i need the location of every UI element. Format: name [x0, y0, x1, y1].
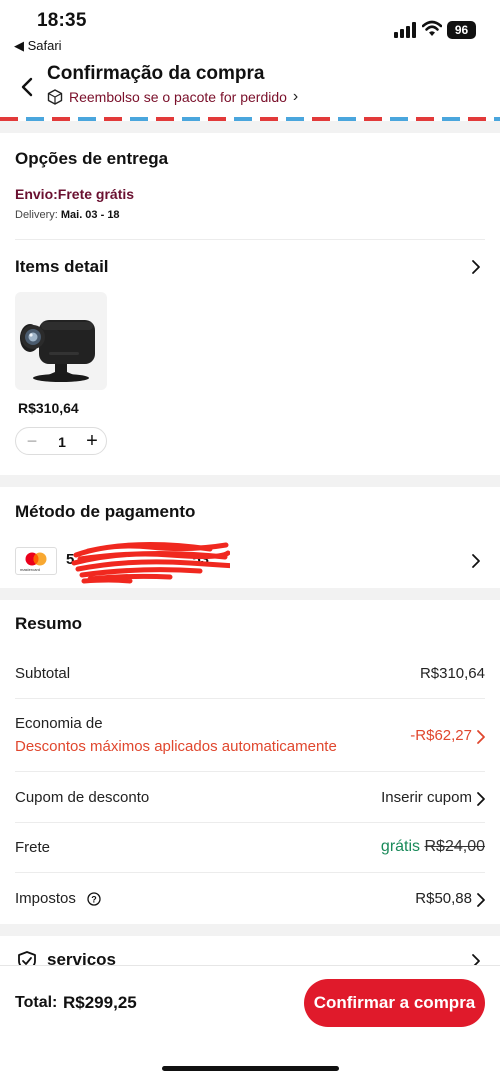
chevron-right-icon[interactable] [476, 892, 486, 908]
savings-value[interactable]: -R$62,27 [410, 727, 472, 744]
page-header: Confirmação da compra Reembolso se o pac… [0, 56, 500, 118]
status-bar: 18:35 ◀ Safari 96 [0, 0, 500, 56]
divider [15, 872, 485, 873]
refund-guarantee-text: Reembolso se o pacote for perdido [69, 89, 287, 105]
summary-title: Resumo [15, 614, 83, 633]
chevron-right-icon[interactable] [476, 791, 486, 807]
delivery-date: Mai. 03 - 18 [60, 209, 120, 221]
chevron-right-icon: › [292, 88, 299, 105]
delivery-label: Delivery: [15, 209, 58, 221]
section-divider [0, 475, 500, 487]
taxes-label: Impostos [15, 890, 76, 907]
battery-indicator: 96 [447, 21, 476, 39]
savings-description: Descontos máximos aplicados automaticame… [15, 738, 337, 755]
divider [15, 771, 485, 772]
quantity-stepper: − 1 + [15, 427, 107, 455]
savings-label: Economia de [15, 715, 103, 732]
mastercard-logo[interactable]: mastercard [15, 547, 57, 575]
divider [15, 822, 485, 823]
divider [15, 698, 485, 699]
decrease-quantity-button[interactable]: − [24, 432, 40, 450]
mastercard-wordmark: mastercard [20, 567, 41, 572]
delivery-options-title: Opções de entrega [15, 149, 169, 168]
shipping-method: Envio:Frete grátis [15, 186, 135, 202]
section-divider [0, 924, 500, 936]
items-detail-title[interactable]: Items detail [15, 257, 109, 277]
section-divider [0, 588, 500, 600]
shipping-free: grátis [380, 838, 421, 855]
svg-text:?: ? [91, 895, 97, 905]
confirm-purchase-button[interactable]: Confirmar a compra [304, 979, 485, 1027]
chevron-right-icon[interactable] [471, 259, 481, 275]
payment-method-title: Método de pagamento [15, 502, 196, 521]
product-thumbnail[interactable] [15, 292, 107, 390]
subtotal-value: R$310,64 [419, 665, 485, 682]
back-to-safari-link[interactable]: ◀ Safari [14, 38, 62, 54]
package-icon [47, 89, 63, 105]
quantity-value[interactable]: 1 [54, 434, 70, 450]
section-divider [0, 121, 500, 133]
cellular-signal-icon [394, 22, 416, 38]
total-value: R$299,25 [63, 993, 137, 1012]
home-indicator[interactable] [162, 1066, 339, 1071]
shipping-label: Frete [15, 839, 51, 856]
shipping-value: grátis R$24,00 [381, 838, 485, 856]
chevron-right-icon[interactable] [471, 553, 481, 569]
shipping-original-price: R$24,00 [424, 838, 486, 855]
subtotal-label: Subtotal [15, 665, 71, 682]
refund-guarantee-link[interactable]: Reembolso se o pacote for perdido › [47, 88, 298, 106]
item-price: R$310,64 [18, 400, 79, 416]
chevron-right-icon[interactable] [476, 729, 486, 745]
coupon-label: Cupom de desconto [15, 789, 150, 806]
checkout-bar: Total: R$299,25 Confirmar a compra [0, 965, 500, 1082]
enter-coupon-link[interactable]: Inserir cupom [381, 789, 472, 806]
status-time: 18:35 [37, 10, 87, 31]
taxes-value[interactable]: R$50,88 [415, 890, 472, 907]
delivery-estimate: Delivery: Mai. 03 - 18 [15, 209, 120, 221]
back-arrow-icon[interactable] [18, 76, 38, 98]
wifi-icon [422, 20, 442, 36]
info-icon[interactable]: ? [87, 892, 101, 906]
projector-image [20, 320, 95, 382]
increase-quantity-button[interactable]: + [84, 431, 100, 451]
divider [15, 239, 485, 240]
redaction-scribble [71, 541, 230, 584]
total-label: Total: [15, 994, 58, 1011]
page-title: Confirmação da compra [47, 63, 265, 84]
